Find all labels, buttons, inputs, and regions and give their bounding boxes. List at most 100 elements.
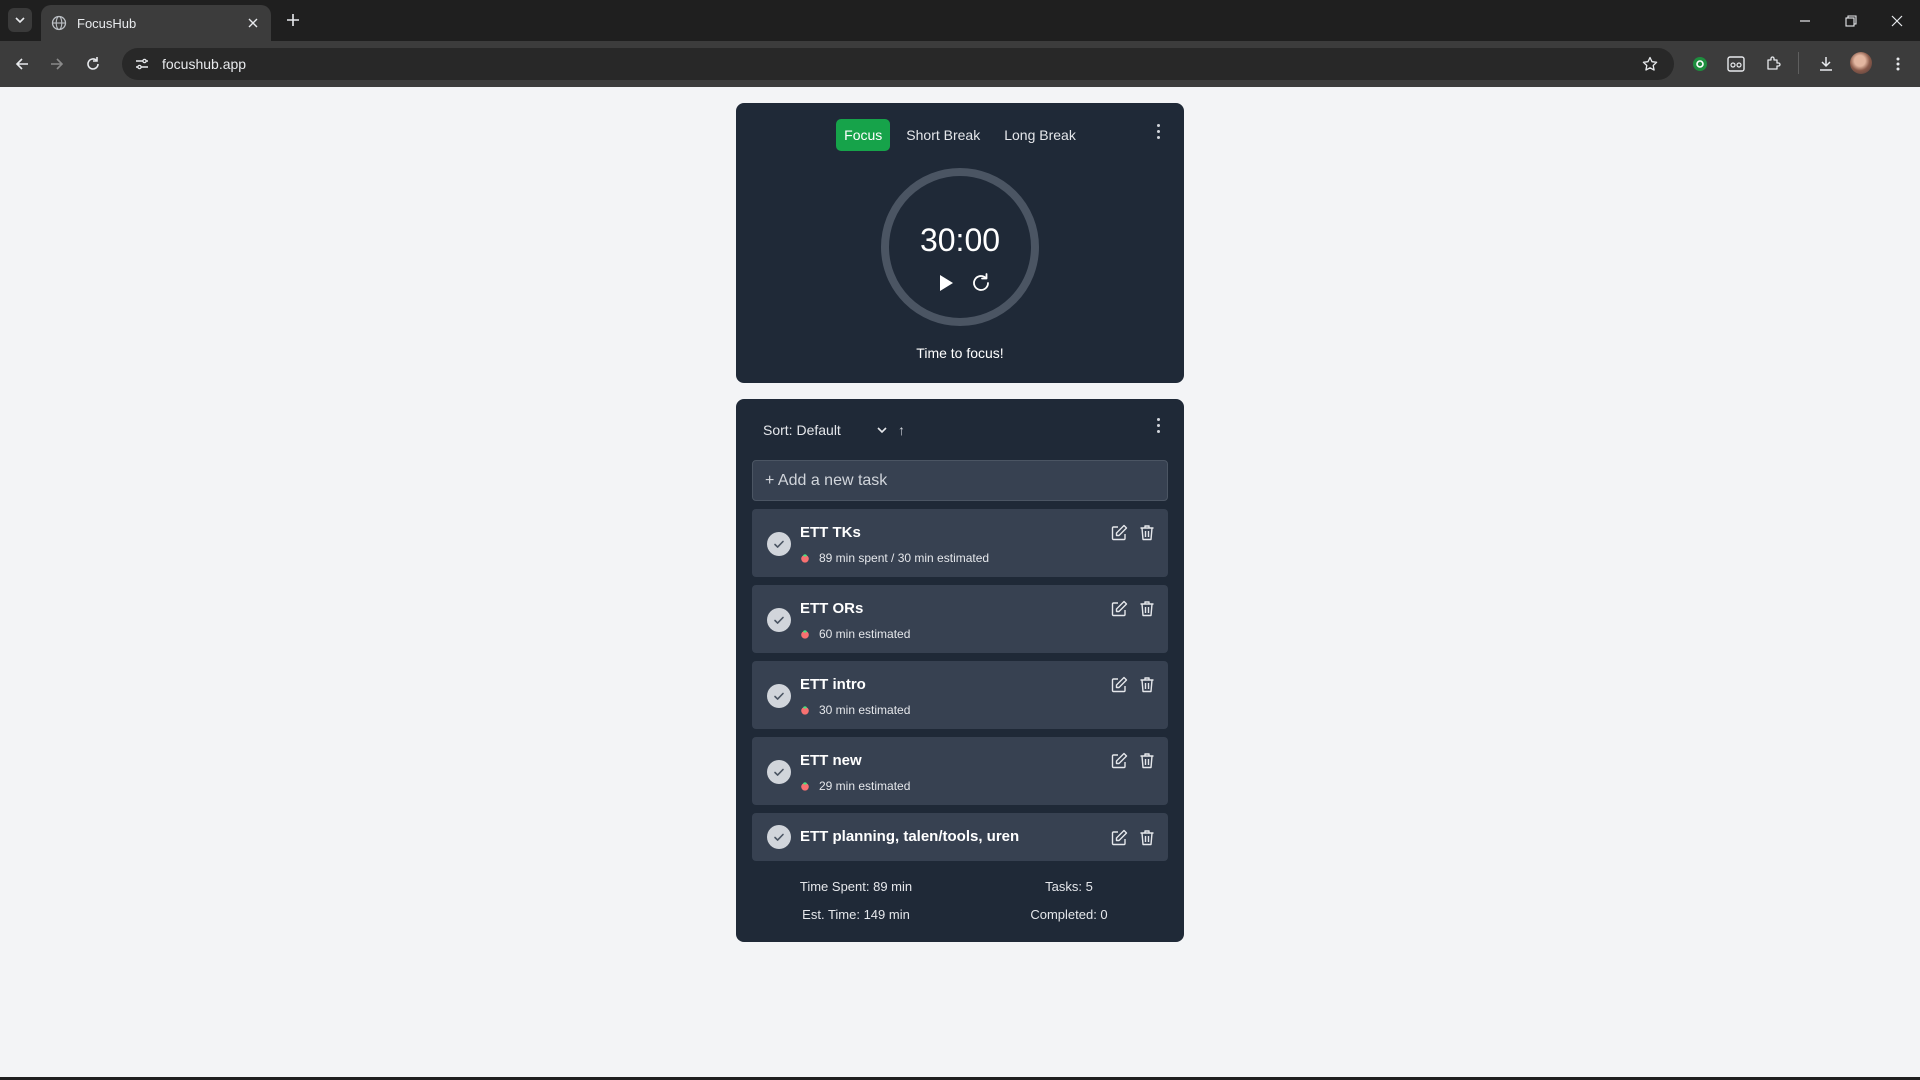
tomato-icon — [800, 705, 810, 715]
task-meta: 29 min estimated — [800, 779, 910, 793]
edit-icon — [1111, 600, 1128, 617]
edit-icon — [1111, 752, 1128, 769]
task-name: ETT TKs — [800, 524, 861, 541]
stat-tasks-count: Tasks: 5 — [1045, 879, 1093, 894]
mode-tab[interactable]: Focus — [836, 119, 891, 151]
task-name: ETT planning, talen/tools, uren — [800, 828, 1020, 845]
complete-task-checkbox[interactable] — [767, 532, 791, 556]
delete-task-button[interactable] — [1137, 827, 1157, 847]
task-item[interactable]: ETT planning, talen/tools, uren — [752, 813, 1168, 861]
task-item[interactable]: ETT new 29 min estimated — [752, 737, 1168, 805]
task-name: ETT intro — [800, 676, 866, 693]
browser-toolbar: focushub.app — [0, 41, 1920, 87]
edit-task-button[interactable] — [1109, 674, 1129, 694]
browser-tabstrip: FocusHub — [0, 0, 1920, 41]
mode-tabs: Focus Short Break Long Break — [736, 119, 1184, 151]
reading-mode-icon[interactable] — [1725, 53, 1747, 75]
address-bar[interactable]: focushub.app — [122, 48, 1674, 80]
task-item[interactable]: ETT intro 30 min estimated — [752, 661, 1168, 729]
tomato-icon — [800, 553, 810, 563]
complete-task-checkbox[interactable] — [767, 684, 791, 708]
chevron-down-icon — [15, 17, 25, 24]
mode-tab[interactable]: Long Break — [996, 119, 1084, 151]
restore-window-button[interactable] — [1828, 0, 1874, 41]
delete-task-button[interactable] — [1137, 598, 1157, 618]
sort-direction-toggle[interactable]: ↑ — [898, 422, 905, 438]
timer-display: 30:00 — [919, 222, 1001, 258]
trash-icon — [1139, 600, 1155, 617]
timer-status-text: Time to focus! — [916, 345, 1004, 361]
url-text: focushub.app — [162, 56, 247, 72]
mode-tab[interactable]: Short Break — [898, 119, 988, 151]
edit-task-button[interactable] — [1109, 598, 1129, 618]
tasks-menu-icon[interactable] — [1148, 415, 1168, 435]
arrow-right-icon — [51, 58, 64, 70]
checkmark-icon — [772, 765, 786, 779]
arrow-left-icon — [15, 58, 28, 70]
delete-task-button[interactable] — [1137, 674, 1157, 694]
task-name: ETT new — [800, 752, 862, 769]
timer-menu-icon[interactable] — [1148, 121, 1168, 141]
close-window-button[interactable] — [1874, 0, 1920, 41]
task-meta-text: 89 min spent / 30 min estimated — [819, 551, 990, 565]
task-meta-text: 60 min estimated — [819, 627, 911, 641]
delete-task-button[interactable] — [1137, 522, 1157, 542]
reload-button[interactable] — [80, 51, 106, 77]
checkmark-icon — [772, 537, 786, 551]
forward-button[interactable] — [44, 51, 70, 77]
timer-card: Focus Short Break Long Break 30:00 Time … — [736, 103, 1184, 383]
close-tab-icon[interactable] — [245, 15, 261, 31]
close-icon — [1891, 15, 1903, 26]
task-meta: 30 min estimated — [800, 703, 910, 717]
add-task-input[interactable]: + Add a new task — [752, 460, 1168, 501]
downloads-icon[interactable] — [1815, 53, 1837, 75]
edit-task-button[interactable] — [1109, 827, 1129, 847]
task-meta: 60 min estimated — [800, 627, 910, 641]
tomato-icon — [800, 781, 810, 791]
sort-label: Sort: Default — [763, 422, 841, 438]
task-meta-text: 30 min estimated — [819, 703, 911, 717]
trash-icon — [1139, 752, 1155, 769]
trash-icon — [1139, 829, 1155, 846]
task-item[interactable]: ETT TKs 89 min spent / 30 min estimated — [752, 509, 1168, 577]
minimize-window-button[interactable] — [1782, 0, 1828, 41]
complete-task-checkbox[interactable] — [767, 825, 791, 849]
browser-tab[interactable]: FocusHub — [41, 5, 271, 41]
minimize-icon — [1800, 19, 1810, 22]
reload-icon — [87, 57, 99, 70]
task-item[interactable]: ETT ORs 60 min estimated — [752, 585, 1168, 653]
new-tab-button[interactable] — [282, 9, 304, 31]
play-icon — [940, 275, 953, 291]
reset-button[interactable] — [968, 270, 994, 296]
extension-green-icon[interactable] — [1689, 53, 1711, 75]
restore-icon — [1845, 14, 1857, 27]
tab-search-button[interactable] — [8, 8, 32, 32]
trash-icon — [1139, 524, 1155, 541]
task-name: ETT ORs — [800, 600, 864, 617]
profile-avatar[interactable] — [1850, 52, 1872, 74]
sort-controls: Sort: Default ↑ — [763, 419, 905, 441]
stat-est-time: Est. Time: 149 min — [802, 907, 910, 922]
stat-time-spent: Time Spent: 89 min — [799, 879, 913, 894]
sort-select[interactable]: Sort: Default — [763, 422, 888, 438]
site-settings-icon[interactable] — [130, 52, 154, 76]
chevron-down-icon — [877, 427, 887, 434]
checkmark-icon — [772, 689, 786, 703]
play-button[interactable] — [934, 271, 958, 295]
edit-icon — [1111, 829, 1128, 846]
back-button[interactable] — [9, 51, 35, 77]
task-meta-text: 29 min estimated — [819, 779, 911, 793]
delete-task-button[interactable] — [1137, 750, 1157, 770]
edit-task-button[interactable] — [1109, 522, 1129, 542]
complete-task-checkbox[interactable] — [767, 760, 791, 784]
edit-task-button[interactable] — [1109, 750, 1129, 770]
complete-task-checkbox[interactable] — [767, 608, 791, 632]
tasks-card: Sort: Default ↑ + Add a new task ETT TKs… — [736, 399, 1184, 942]
bookmark-star-icon[interactable] — [1638, 52, 1662, 76]
extensions-puzzle-icon[interactable] — [1762, 53, 1784, 75]
tomato-icon — [800, 629, 810, 639]
tab-title: FocusHub — [77, 15, 137, 31]
browser-menu-icon[interactable] — [1887, 53, 1909, 75]
stat-completed: Completed: 0 — [1030, 907, 1108, 922]
globe-icon — [51, 15, 67, 31]
